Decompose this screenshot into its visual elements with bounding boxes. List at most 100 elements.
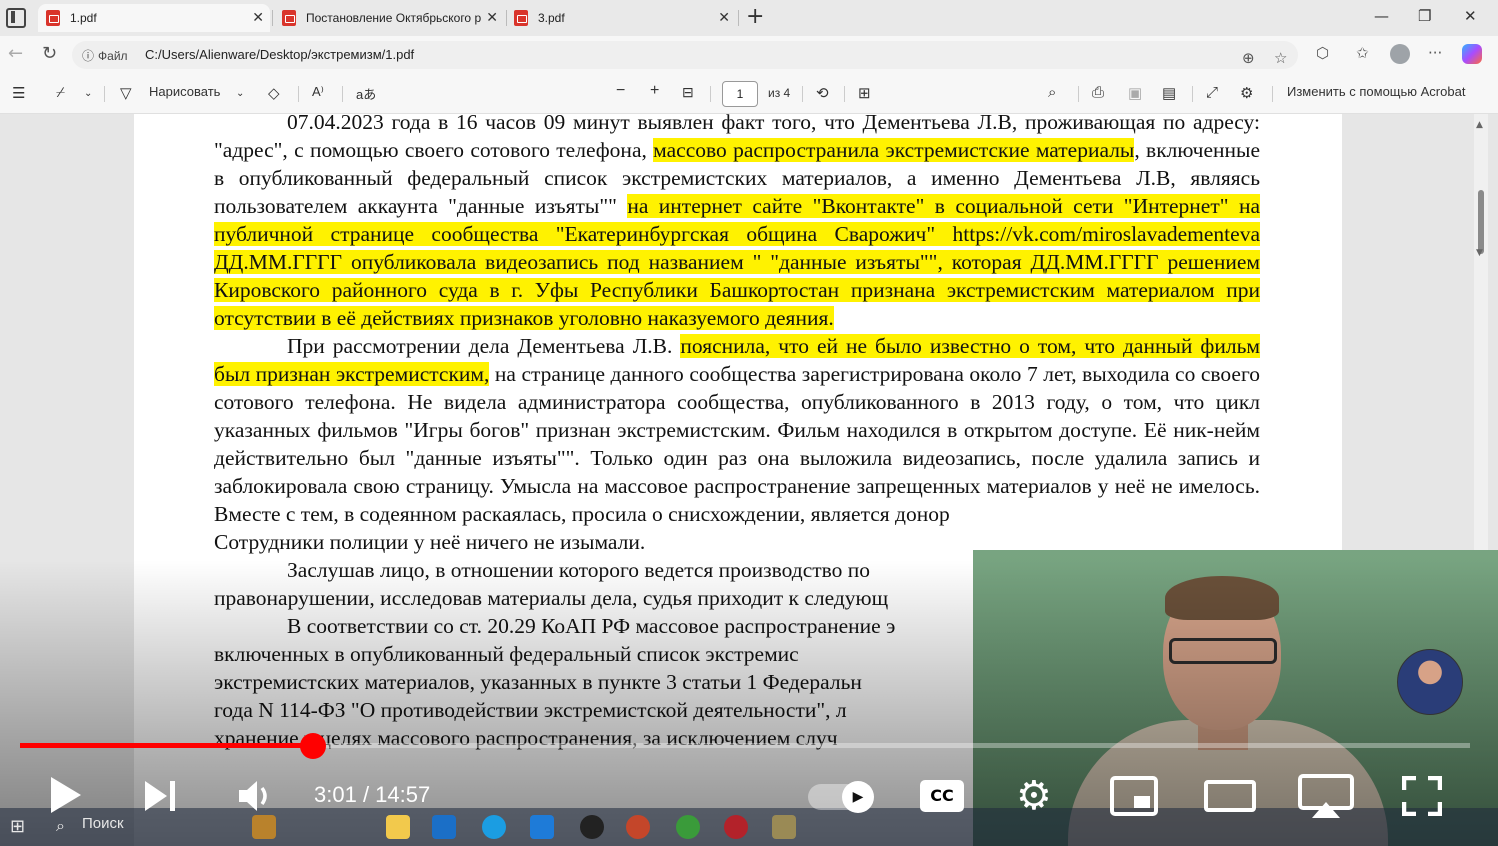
edit-with-acrobat-button[interactable]: Изменить с помощью Acrobat <box>1287 84 1465 99</box>
page-view-icon[interactable]: ⊞ <box>858 84 871 102</box>
close-tab-icon[interactable]: ✕ <box>718 9 730 26</box>
toolbar-divider <box>1078 86 1079 102</box>
play-icon[interactable] <box>48 774 84 820</box>
read-aloud-icon[interactable]: A⁾ <box>312 84 324 100</box>
pdf-file-icon <box>282 10 296 26</box>
store-icon[interactable] <box>530 815 554 839</box>
autoplay-play-icon: ▶ <box>842 781 874 813</box>
pdf-file-icon <box>46 10 60 26</box>
translate-icon[interactable]: aあ <box>356 84 376 103</box>
cast-icon[interactable] <box>1298 774 1354 824</box>
copilot-icon[interactable] <box>1462 44 1482 64</box>
next-icon[interactable] <box>142 778 178 818</box>
presenter-glasses <box>1169 638 1277 664</box>
channel-avatar[interactable] <box>1397 649 1463 715</box>
back-icon[interactable]: ← <box>8 43 23 64</box>
scroll-down-icon[interactable]: ▼ <box>1476 248 1483 258</box>
toolbar-divider <box>844 86 845 102</box>
save-as-icon[interactable]: ▤ <box>1162 84 1176 102</box>
print-icon[interactable]: ⎙ <box>1092 84 1104 101</box>
restore-icon[interactable]: ❐ <box>1418 7 1431 25</box>
pdf-file-icon <box>514 10 528 26</box>
eraser-icon[interactable]: ◇ <box>268 84 280 102</box>
edge-icon[interactable] <box>482 815 506 839</box>
windows-start-icon[interactable]: ⊞ <box>10 816 25 837</box>
powerpoint-icon[interactable] <box>626 815 650 839</box>
settings-gear-icon[interactable]: ⚙ <box>1016 776 1052 816</box>
captions-button[interactable]: CC <box>920 780 964 812</box>
fit-page-icon[interactable]: ⊟ <box>682 84 694 101</box>
close-window-icon[interactable]: ✕ <box>1464 7 1477 25</box>
minimize-icon[interactable]: — <box>1374 7 1389 25</box>
zoom-out-icon[interactable]: − <box>616 82 625 100</box>
chevron-down-icon[interactable]: ⌄ <box>84 88 92 99</box>
file-explorer-icon[interactable] <box>386 815 410 839</box>
windows-taskbar: ⊞ ⌕ <box>0 808 1498 846</box>
time-total: 14:57 <box>375 782 431 807</box>
volume-icon[interactable] <box>236 776 276 820</box>
refresh-icon[interactable]: ↻ <box>42 43 57 64</box>
scroll-up-icon[interactable]: ▲ <box>1476 120 1483 130</box>
app-icon[interactable] <box>724 815 748 839</box>
toolbar-divider <box>1192 86 1193 102</box>
progress-scrubber[interactable] <box>299 733 326 759</box>
search-icon[interactable]: ⌕ <box>1048 84 1056 101</box>
fullscreen-icon[interactable] <box>1401 775 1443 820</box>
url-text[interactable]: C:/Users/Alienware/Desktop/экстремизм/1.… <box>145 47 414 62</box>
toolbar-divider <box>342 86 343 102</box>
tab-postanovlenie[interactable]: Постановление Октябрьского р ✕ <box>274 4 504 32</box>
text-run: на странице данного сообщества зарегистр… <box>214 362 1260 526</box>
chevron-down-icon[interactable]: ⌄ <box>236 88 244 99</box>
save-icon[interactable]: ▣ <box>1128 84 1142 102</box>
scrollbar-thumb[interactable] <box>1478 190 1484 254</box>
url-box[interactable]: Файл C:/Users/Alienware/Desktop/экстреми… <box>72 41 1298 69</box>
tab-divider <box>272 10 273 26</box>
presenter-hair <box>1165 576 1279 620</box>
tab-divider <box>738 10 739 26</box>
draw-button[interactable]: Нарисовать <box>149 84 220 99</box>
taskbar-search-label[interactable]: Поиск <box>82 815 124 832</box>
page-number-input[interactable]: 1 <box>722 81 758 107</box>
fullscreen-icon[interactable]: ⤢ <box>1206 84 1218 101</box>
screen: { "tabs": [ {"label": "1.pdf"}, {"label"… <box>0 0 1498 846</box>
tab-label: 1.pdf <box>70 11 97 25</box>
more-menu-icon[interactable]: ··· <box>1428 44 1442 62</box>
toolbar-divider <box>1272 86 1273 102</box>
progress-bar[interactable] <box>20 733 1470 759</box>
highlight-icon[interactable]: ⌿ <box>56 84 65 101</box>
tab-bar: 1.pdf ✕ Постановление Октябрьского р ✕ 3… <box>0 0 1498 36</box>
zoom-icon[interactable]: ⊕ <box>1242 49 1255 67</box>
video-editor-icon[interactable] <box>772 815 796 839</box>
site-info-chip[interactable]: Файл <box>82 47 128 64</box>
tab-actions-icon[interactable] <box>6 8 26 28</box>
tab-1pdf[interactable]: 1.pdf ✕ <box>38 4 270 32</box>
favorite-star-icon[interactable]: ☆ <box>1274 49 1287 67</box>
close-tab-icon[interactable]: ✕ <box>252 9 264 26</box>
toolbar-divider <box>298 86 299 102</box>
toolbar-divider <box>710 86 711 102</box>
favorites-icon[interactable]: ✩ <box>1356 44 1369 62</box>
settings-gear-icon[interactable]: ⚙ <box>1240 84 1253 102</box>
theater-mode-icon[interactable] <box>1204 780 1256 816</box>
miniplayer-icon[interactable] <box>1110 776 1158 820</box>
autoplay-toggle[interactable]: ▶ <box>808 781 874 813</box>
new-tab-icon[interactable]: + <box>746 5 764 29</box>
profile-avatar[interactable] <box>1390 44 1410 64</box>
highlighted-text: массово распространила экстремистские ма… <box>653 138 1135 162</box>
time-display: 3:01 / 14:57 <box>314 782 430 808</box>
paragraph-2: При рассмотрении дела Дементьева Л.В. по… <box>214 332 1261 528</box>
torrent-icon[interactable] <box>676 815 700 839</box>
address-bar: ← ↻ Файл C:/Users/Alienware/Desktop/экст… <box>0 36 1498 74</box>
alien-app-icon[interactable] <box>580 815 604 839</box>
time-separator: / <box>356 782 376 807</box>
close-tab-icon[interactable]: ✕ <box>486 9 498 26</box>
tab-3pdf[interactable]: 3.pdf ✕ <box>506 4 736 32</box>
page-total: из 4 <box>768 86 791 100</box>
contents-list-icon[interactable]: ☰ <box>12 84 25 102</box>
extensions-icon[interactable]: ⬡ <box>1316 44 1329 62</box>
outlook-icon[interactable] <box>432 815 456 839</box>
draw-pen-icon[interactable]: ▽ <box>120 84 132 102</box>
zoom-in-icon[interactable]: + <box>650 82 659 100</box>
rotate-icon[interactable]: ⟲ <box>816 84 829 102</box>
toolbar-divider <box>802 86 803 102</box>
